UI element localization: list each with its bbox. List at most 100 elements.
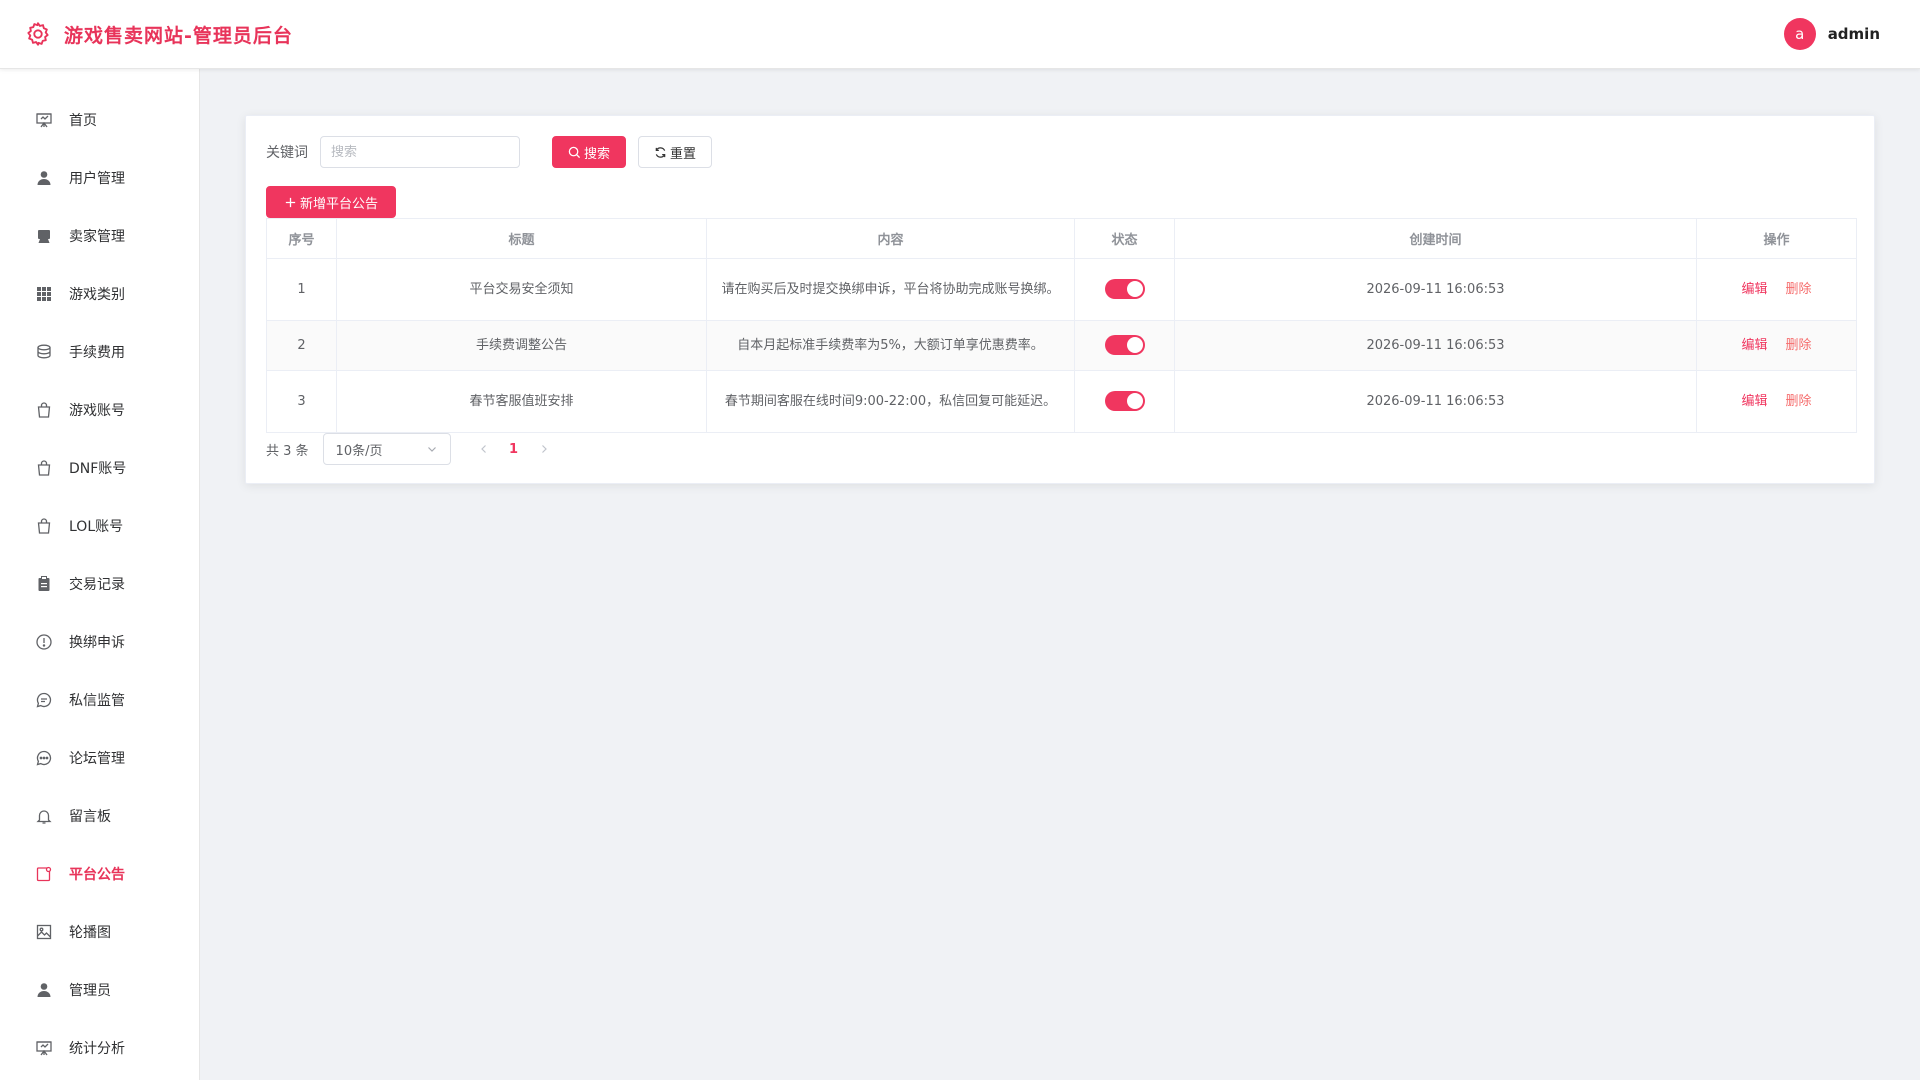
page-size-value: 10条/页 [335, 443, 383, 459]
sidebar-item-guestbook[interactable]: 留言板 [0, 787, 199, 845]
cell-index: 1 [266, 258, 337, 321]
bell-icon [36, 810, 52, 824]
sidebar-item-messages[interactable]: 私信监管 [0, 671, 199, 729]
delete-button[interactable]: 删除 [1786, 394, 1812, 409]
search-button[interactable]: 搜索 [552, 136, 626, 168]
notice-icon [36, 866, 52, 882]
page-size-select[interactable]: 10条/页 [322, 433, 451, 465]
keyword-label: 关键词 [266, 145, 308, 161]
sidebar-item-label: 管理员 [69, 983, 111, 999]
sidebar-item-game-accounts[interactable]: 游戏账号 [0, 381, 199, 439]
column-header-index: 序号 [266, 218, 337, 259]
column-header-content: 内容 [706, 218, 1075, 259]
table-header-row: 序号 标题 内容 状态 创建时间 操作 [266, 218, 1857, 259]
toggle-knob [1126, 337, 1143, 354]
reset-button-label: 重置 [669, 146, 696, 162]
sidebar: 首页 用户管理 卖家管理 游戏类别 手续费用 游戏账号 DNF账号 LOL账号 … [0, 69, 200, 1080]
next-page-button[interactable] [529, 444, 559, 454]
sidebar-item-users[interactable]: 用户管理 [0, 149, 199, 207]
delete-button[interactable]: 删除 [1786, 282, 1812, 297]
cell-created: 2026-09-11 16:06:53 [1174, 320, 1697, 371]
brand: 游戏售卖网站-管理员后台 [24, 20, 293, 48]
avatar[interactable]: a [1783, 18, 1816, 50]
shopping-bag-icon [37, 518, 51, 534]
column-header-actions: 操作 [1696, 218, 1857, 259]
cell-content: 自本月起标准手续费率为5%，大额订单享优惠费率。 [706, 320, 1075, 371]
toggle-knob [1126, 393, 1143, 410]
prev-page-button[interactable] [469, 444, 499, 454]
sidebar-item-label: 首页 [69, 113, 97, 129]
sidebar-item-label: LOL账号 [69, 519, 124, 535]
warning-circle-icon [36, 634, 52, 650]
sidebar-item-label: 游戏账号 [69, 403, 125, 419]
status-toggle[interactable] [1104, 335, 1145, 356]
column-header-status: 状态 [1074, 218, 1175, 259]
sidebar-item-label: 手续费用 [69, 345, 125, 361]
sidebar-item-home[interactable]: 首页 [0, 91, 199, 149]
toggle-knob [1126, 281, 1143, 298]
cell-actions: 编辑 删除 [1696, 258, 1857, 321]
sidebar-item-label: 轮播图 [69, 925, 111, 941]
sidebar-item-label: 换绑申诉 [69, 635, 125, 651]
sidebar-item-label: 卖家管理 [69, 229, 125, 245]
search-bar: 关键词 搜索 重置 [266, 136, 712, 168]
cell-index: 3 [266, 370, 337, 433]
sidebar-item-admins[interactable]: 管理员 [0, 961, 199, 1019]
search-icon [568, 146, 581, 158]
sidebar-item-transactions[interactable]: 交易记录 [0, 555, 199, 613]
page-title: 游戏售卖网站-管理员后台 [64, 24, 293, 47]
sidebar-item-rebind-appeals[interactable]: 换绑申诉 [0, 613, 199, 671]
edit-button[interactable]: 编辑 [1741, 394, 1767, 409]
top-header: 游戏售卖网站-管理员后台 a admin [0, 0, 1920, 69]
sidebar-item-label: DNF账号 [69, 461, 127, 477]
grid-icon [37, 287, 51, 301]
coins-icon [37, 344, 51, 359]
sidebar-item-label: 私信监管 [69, 693, 125, 709]
refresh-icon [655, 146, 666, 158]
sidebar-item-label: 平台公告 [69, 867, 125, 883]
cell-created: 2026-09-11 16:06:53 [1174, 370, 1697, 433]
sidebar-item-label: 交易记录 [69, 577, 125, 593]
cell-content: 春节期间客服在线时间9:00-22:00，私信回复可能延迟。 [706, 370, 1075, 433]
edit-button[interactable]: 编辑 [1741, 282, 1767, 297]
user-menu[interactable]: a admin [1783, 18, 1880, 50]
cell-status [1074, 258, 1175, 321]
sidebar-item-label: 游戏类别 [69, 287, 125, 303]
chat-dots-icon [36, 750, 52, 766]
table-row: 1 平台交易安全须知 请在购买后及时提交换绑申诉，平台将协助完成账号换绑。 20… [266, 258, 1857, 321]
pagination-total: 共 3 条 [266, 443, 309, 459]
sidebar-item-lol-accounts[interactable]: LOL账号 [0, 497, 199, 555]
cell-title: 平台交易安全须知 [336, 258, 707, 321]
plus-icon [285, 197, 296, 207]
cell-index: 2 [266, 320, 337, 371]
add-announcement-button[interactable]: 新增平台公告 [266, 186, 396, 218]
sidebar-item-forum[interactable]: 论坛管理 [0, 729, 199, 787]
page-number-1[interactable]: 1 [499, 442, 529, 457]
sidebar-item-label: 留言板 [69, 809, 111, 825]
column-header-title: 标题 [336, 218, 707, 259]
username[interactable]: admin [1828, 25, 1880, 43]
sidebar-item-dnf-accounts[interactable]: DNF账号 [0, 439, 199, 497]
sidebar-item-statistics[interactable]: 统计分析 [0, 1019, 199, 1077]
status-toggle[interactable] [1104, 279, 1145, 300]
cell-content: 请在购买后及时提交换绑申诉，平台将协助完成账号换绑。 [706, 258, 1075, 321]
chevron-right-icon [541, 445, 547, 453]
reset-button[interactable]: 重置 [638, 136, 712, 168]
delete-button[interactable]: 删除 [1786, 338, 1812, 353]
shopping-bag-icon [37, 460, 51, 476]
search-input[interactable] [320, 136, 520, 168]
sidebar-item-game-categories[interactable]: 游戏类别 [0, 265, 199, 323]
cell-status [1074, 370, 1175, 433]
sidebar-item-carousel[interactable]: 轮播图 [0, 903, 199, 961]
table-row: 3 春节客服值班安排 春节期间客服在线时间9:00-22:00，私信回复可能延迟… [266, 370, 1857, 433]
sidebar-item-announcements[interactable]: 平台公告 [0, 845, 199, 903]
status-toggle[interactable] [1104, 391, 1145, 412]
cell-actions: 编辑 删除 [1696, 370, 1857, 433]
sidebar-item-fees[interactable]: 手续费用 [0, 323, 199, 381]
search-button-label: 搜索 [583, 146, 610, 162]
gear-icon [27, 22, 49, 46]
sidebar-item-sellers[interactable]: 卖家管理 [0, 207, 199, 265]
sidebar-item-label: 用户管理 [69, 171, 125, 187]
edit-button[interactable]: 编辑 [1741, 338, 1767, 353]
user-icon [37, 171, 51, 185]
